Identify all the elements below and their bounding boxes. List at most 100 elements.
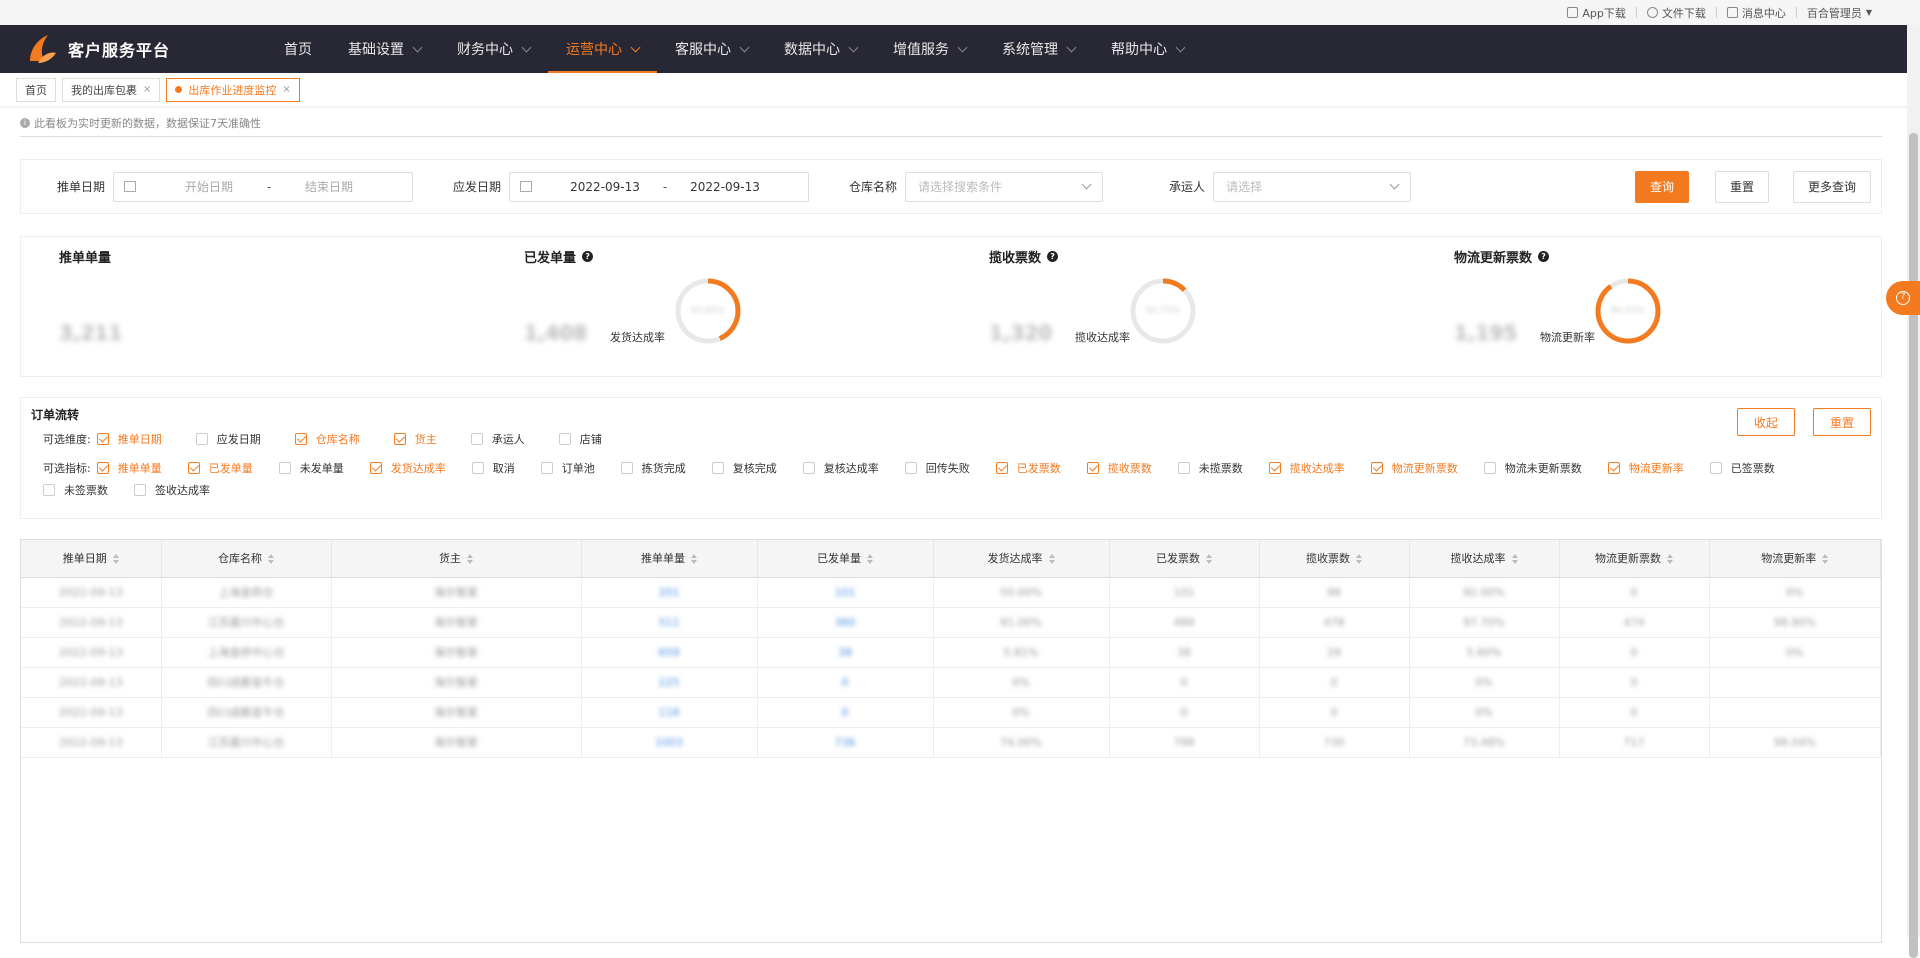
option-checkbox[interactable]: 推单单量: [96, 460, 162, 476]
table-row[interactable]: 2022-09-13 四川成都金牛仓 海尔智家 118 0 0% 0 0 0% 0: [21, 697, 1881, 728]
table-cell[interactable]: 360: [757, 607, 934, 638]
column-header[interactable]: 仓库名称: [161, 540, 332, 578]
nav-item[interactable]: 首页: [266, 25, 330, 73]
question-icon[interactable]: ?: [1047, 251, 1059, 262]
scrollbar[interactable]: [1907, 25, 1920, 958]
cell-value[interactable]: 0: [842, 706, 849, 719]
page-tab[interactable]: 出库作业进度监控 ×: [166, 77, 300, 102]
sort-icon[interactable]: [1511, 554, 1518, 565]
checkbox-icon[interactable]: [802, 462, 815, 474]
checkbox-icon[interactable]: [393, 433, 406, 445]
cell-value[interactable]: 225: [659, 676, 680, 689]
option-checkbox[interactable]: 复核完成: [711, 460, 777, 476]
app-download-link[interactable]: App下载: [1557, 5, 1636, 21]
cell-value[interactable]: 1003: [655, 736, 683, 749]
file-download-link[interactable]: 文件下载: [1637, 5, 1716, 21]
option-checkbox[interactable]: 订单池: [540, 460, 595, 476]
close-icon[interactable]: ×: [282, 84, 290, 95]
column-header[interactable]: 已发单量: [757, 540, 934, 578]
collapse-button[interactable]: 收起: [1736, 408, 1795, 436]
help-float-button[interactable]: ?: [1886, 281, 1920, 315]
cell-value[interactable]: 360: [835, 616, 856, 629]
checkbox-icon[interactable]: [195, 433, 208, 445]
cell-value[interactable]: 736: [835, 736, 856, 749]
cell-value[interactable]: 511: [659, 616, 680, 629]
table-cell[interactable]: 225: [581, 667, 758, 698]
option-checkbox[interactable]: 未揽票数: [1177, 460, 1243, 476]
checkbox-icon[interactable]: [1483, 462, 1496, 474]
sort-icon[interactable]: [691, 554, 697, 565]
checkbox-icon[interactable]: [1607, 462, 1620, 474]
cell-value[interactable]: 38: [838, 646, 852, 659]
checkbox-icon[interactable]: [369, 462, 382, 474]
scrollbar-thumb[interactable]: [1909, 133, 1918, 958]
checkbox-icon[interactable]: [995, 462, 1008, 474]
table-row[interactable]: 2022-09-13 上海金桥中心仓 海尔智家 659 38 5.81% 38 29 5.60%…: [21, 637, 1881, 668]
page-tab[interactable]: 我的出库包裹 ×: [62, 77, 161, 102]
option-checkbox[interactable]: 已发单量: [187, 460, 253, 476]
table-cell[interactable]: 659: [581, 637, 758, 668]
messages-link[interactable]: 消息中心: [1717, 5, 1796, 21]
column-header[interactable]: 揽收票数: [1259, 540, 1410, 578]
checkbox-icon[interactable]: [187, 462, 200, 474]
nav-item[interactable]: 基础设置: [330, 25, 439, 73]
logo[interactable]: 客户服务平台: [0, 31, 250, 67]
cell-value[interactable]: 659: [659, 646, 680, 659]
option-checkbox[interactable]: 揽收票数: [1086, 460, 1152, 476]
checkbox-icon[interactable]: [1370, 462, 1383, 474]
page-tab[interactable]: 首页: [16, 77, 56, 102]
checkbox-icon[interactable]: [1086, 462, 1099, 474]
warehouse-select[interactable]: 请选择搜索条件: [905, 171, 1104, 202]
nav-item[interactable]: 系统管理: [984, 25, 1093, 73]
table-row[interactable]: 2022-09-13 四川成都金牛仓 海尔智家 225 0 0% 0 0 0% 0: [21, 667, 1881, 698]
checkbox-icon[interactable]: [1177, 462, 1190, 474]
column-header[interactable]: 已发票数: [1109, 540, 1260, 578]
checkbox-icon[interactable]: [470, 433, 483, 445]
question-icon[interactable]: ?: [1538, 251, 1550, 262]
sort-icon[interactable]: [467, 554, 473, 565]
column-header[interactable]: 推单单量: [581, 540, 758, 578]
push-date-start[interactable]: 开始日期: [164, 178, 254, 195]
query-button[interactable]: 查询: [1634, 170, 1689, 203]
option-checkbox[interactable]: 未发单量: [278, 460, 344, 476]
option-checkbox[interactable]: 揽收达成率: [1268, 460, 1345, 476]
column-header[interactable]: 货主: [331, 540, 582, 578]
checkbox-icon[interactable]: [620, 462, 633, 474]
table-cell[interactable]: 736: [757, 727, 934, 758]
user-menu[interactable]: 百合管理员 ▼: [1797, 5, 1882, 21]
option-checkbox[interactable]: 已签票数: [1709, 460, 1775, 476]
option-checkbox[interactable]: 物流更新票数: [1370, 460, 1458, 476]
option-checkbox[interactable]: 未签票数: [43, 482, 108, 498]
more-query-button[interactable]: 更多查询: [1792, 170, 1871, 203]
option-checkbox[interactable]: 已发票数: [995, 460, 1061, 476]
checkbox-icon[interactable]: [471, 462, 484, 474]
option-checkbox[interactable]: 物流更新率: [1607, 460, 1684, 476]
option-checkbox[interactable]: 拣货完成: [620, 460, 686, 476]
table-cell[interactable]: 201: [581, 577, 758, 608]
checkbox-icon[interactable]: [134, 484, 146, 496]
cell-value[interactable]: 0: [842, 676, 849, 689]
column-header[interactable]: 物流更新票数: [1559, 540, 1710, 578]
checkbox-icon[interactable]: [540, 462, 553, 474]
option-checkbox[interactable]: 物流未更新票数: [1483, 460, 1582, 476]
sort-icon[interactable]: [867, 554, 873, 565]
ship-date-start[interactable]: 2022-09-13: [560, 180, 650, 194]
table-cell[interactable]: 118: [581, 697, 758, 728]
option-checkbox[interactable]: 应发日期: [195, 431, 261, 447]
option-checkbox[interactable]: 复核达成率: [802, 460, 879, 476]
sort-icon[interactable]: [1048, 554, 1055, 565]
table-row[interactable]: 2022-09-13 江苏嘉兴中心仓 海尔智家 511 360 91.00% 489 478 9…: [21, 607, 1881, 638]
option-checkbox[interactable]: 仓库名称: [294, 431, 360, 447]
table-cell[interactable]: 511: [581, 607, 758, 638]
table-row[interactable]: 2022-09-13 江苏嘉兴中心仓 海尔智家 1003 736 74.00% 798 730…: [21, 727, 1881, 758]
nav-item[interactable]: 客服中心: [657, 25, 766, 73]
checkbox-icon[interactable]: [43, 484, 55, 496]
column-header[interactable]: 揽收达成率: [1409, 540, 1560, 578]
sort-icon[interactable]: [1356, 554, 1362, 565]
cell-value[interactable]: 118: [659, 706, 680, 719]
option-checkbox[interactable]: 店铺: [558, 431, 602, 447]
option-checkbox[interactable]: 发货达成率: [369, 460, 446, 476]
nav-item[interactable]: 增值服务: [875, 25, 984, 73]
sort-icon[interactable]: [1667, 554, 1673, 565]
table-cell[interactable]: 101: [757, 577, 934, 608]
